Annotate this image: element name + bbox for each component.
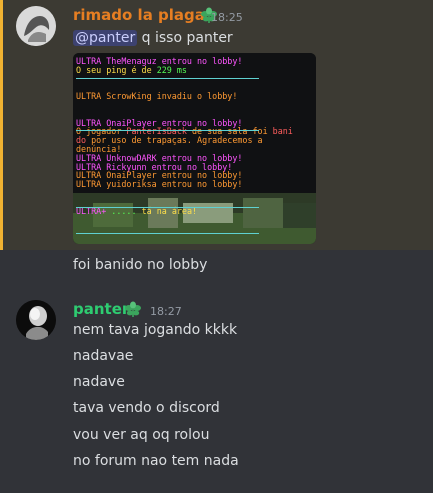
author-name[interactable]: rimado la plaga bbox=[73, 6, 205, 24]
avatar[interactable] bbox=[16, 6, 56, 46]
message-line: nem tava jogando kkkk bbox=[73, 322, 238, 338]
message-line: nadavae bbox=[73, 348, 134, 364]
green-leaf-badge-icon[interactable] bbox=[124, 301, 142, 319]
chat-separator bbox=[76, 78, 259, 79]
image-attachment[interactable]: ULTRA TheMenaguz entrou no lobby! O seu … bbox=[73, 53, 316, 244]
mention-highlight-bar bbox=[0, 0, 3, 250]
message-line: no forum nao tem nada bbox=[73, 453, 239, 469]
timestamp: 18:27 bbox=[150, 305, 182, 318]
message-line: nadave bbox=[73, 374, 125, 390]
message-text: foi banido no lobby bbox=[73, 257, 208, 273]
chat-separator bbox=[76, 207, 259, 208]
author-name[interactable]: panter bbox=[73, 300, 129, 318]
chat-separator bbox=[76, 130, 259, 131]
message-line: tava vendo o discord bbox=[73, 400, 220, 416]
game-chat-log: ULTRA TheMenaguz entrou no lobby! O seu … bbox=[76, 56, 293, 216]
timestamp: 18:25 bbox=[211, 11, 243, 24]
user-mention[interactable]: @panter bbox=[73, 30, 138, 46]
chat-separator bbox=[76, 233, 259, 234]
avatar[interactable] bbox=[16, 300, 56, 340]
message-line: vou ver aq oq rolou bbox=[73, 427, 210, 443]
message-content: @panter q isso panter bbox=[73, 30, 233, 46]
message-text: q isso panter bbox=[141, 30, 233, 46]
